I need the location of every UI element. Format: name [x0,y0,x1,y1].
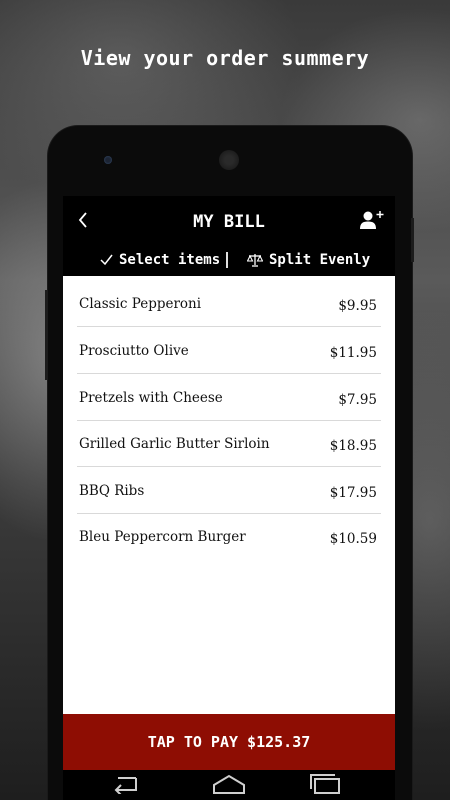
tap-to-pay-label: TAP TO PAY $125.37 [147,733,311,751]
tab-select-items[interactable]: Select items [100,249,220,271]
item-name: Pretzels with Cheese [79,390,223,406]
system-nav-bar [63,770,395,800]
item-name: Bleu Peppercorn Burger [79,529,246,545]
nav-home-icon [211,773,247,799]
add-user-button[interactable] [357,208,387,236]
split-mode-tabs: Select items Split Evenly [63,246,395,274]
nav-back-button[interactable] [101,772,149,800]
app-bar: MY BILL [63,196,395,250]
list-item[interactable]: Prosciutto Olive $11.95 [77,327,381,374]
nav-back-icon [108,774,142,798]
tab-select-items-label: Select items [119,252,221,268]
list-item[interactable]: Bleu Peppercorn Burger $10.59 [77,513,381,559]
item-name: Prosciutto Olive [79,343,189,359]
bill-list: Classic Pepperoni $9.95 Prosciutto Olive… [63,276,395,714]
nav-recents-button[interactable] [301,772,349,800]
item-price: $17.95 [329,485,377,501]
list-item[interactable]: Grilled Garlic Butter Sirloin $18.95 [77,420,381,467]
headline: View your order summery [80,46,370,70]
checkmark-icon [100,254,113,266]
tab-divider [226,252,228,268]
tab-split-evenly[interactable]: Split Evenly [247,249,370,271]
phone-power-button [411,218,414,262]
phone-volume-button [45,290,48,380]
item-price: $11.95 [329,345,377,361]
item-price: $18.95 [329,438,377,454]
item-name: BBQ Ribs [79,483,145,499]
earpiece-speaker [219,150,239,170]
tap-to-pay-button[interactable]: TAP TO PAY $125.37 [63,714,395,770]
list-item[interactable]: Classic Pepperoni $9.95 [77,280,381,327]
item-price: $9.95 [338,298,377,314]
nav-recents-icon [307,773,343,799]
item-name: Grilled Garlic Butter Sirloin [79,436,270,452]
page-title: MY BILL [193,212,265,232]
item-price: $10.59 [329,531,377,547]
scale-icon [247,253,263,267]
tab-split-evenly-label: Split Evenly [269,252,371,268]
list-item[interactable]: BBQ Ribs $17.95 [77,467,381,514]
item-price: $7.95 [338,392,377,408]
item-name: Classic Pepperoni [79,296,202,312]
nav-home-button[interactable] [205,772,253,800]
add-user-icon [359,209,385,235]
phone-screen: MY BILL Select items Split Evenly Classi… [63,196,395,800]
front-camera [104,156,112,164]
list-item[interactable]: Pretzels with Cheese $7.95 [77,374,381,421]
